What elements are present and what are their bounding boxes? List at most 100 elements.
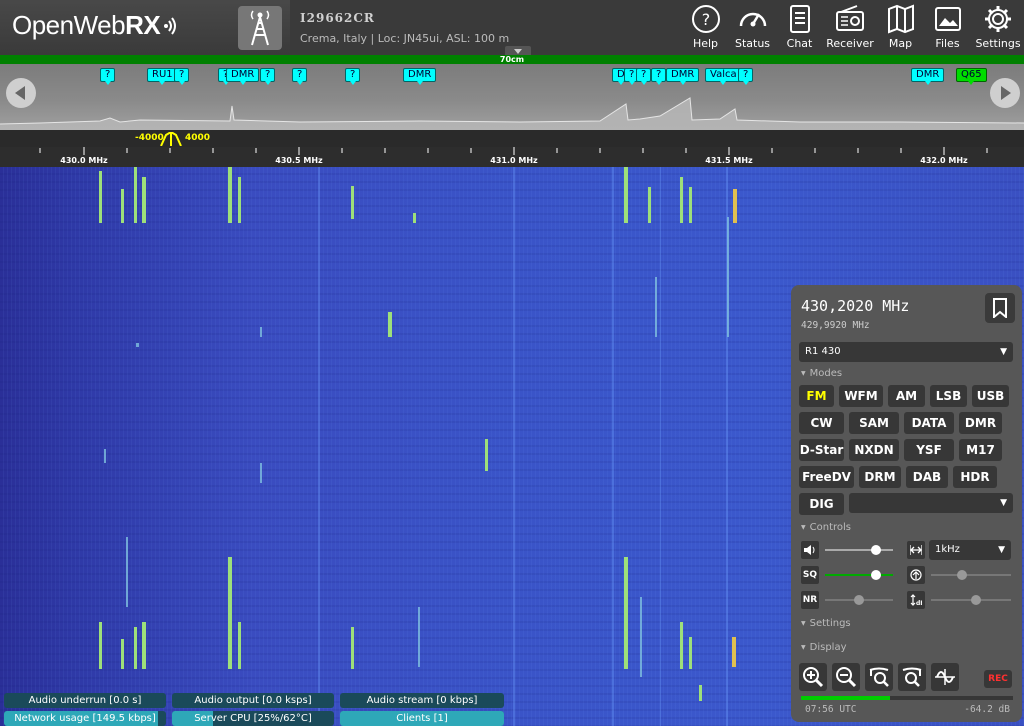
nav-status[interactable]: Status bbox=[730, 2, 775, 52]
antenna-icon[interactable] bbox=[907, 566, 925, 584]
modes-section-label: Modes bbox=[809, 368, 843, 379]
bandwidth-icon[interactable] bbox=[907, 541, 925, 559]
scroll-left-button[interactable] bbox=[6, 78, 36, 108]
mode-button-lsb[interactable]: LSB bbox=[930, 385, 967, 407]
agc-slider-knob[interactable] bbox=[971, 595, 981, 605]
mode-button-drm[interactable]: DRM bbox=[859, 466, 901, 488]
openwebrx-logo[interactable]: OpenWebRX bbox=[12, 10, 179, 43]
bookmark-marker[interactable]: Valca bbox=[705, 68, 742, 85]
bookmark-marker[interactable]: ? bbox=[174, 68, 190, 85]
mode-button-sam[interactable]: SAM bbox=[849, 412, 899, 434]
mode-button-ysf[interactable]: YSF bbox=[904, 439, 954, 461]
zoom-out-button[interactable] bbox=[832, 663, 860, 691]
triangle-down-icon: ▼ bbox=[801, 620, 806, 627]
scroll-right-button[interactable] bbox=[990, 78, 1020, 108]
noise-reduction-slider[interactable] bbox=[825, 595, 893, 605]
frequency-scale[interactable]: 430.0 MHz 430.5 MHz 431.0 MHz 431.5 MHz … bbox=[0, 147, 1024, 167]
volume-slider[interactable] bbox=[825, 545, 893, 555]
utc-clock: 07:56 UTC bbox=[805, 704, 857, 715]
bookmark-marker[interactable]: ? bbox=[651, 68, 667, 85]
nav-settings[interactable]: Settings bbox=[972, 2, 1024, 52]
nav-help[interactable]: ? Help bbox=[683, 2, 728, 52]
zoom-in-button[interactable] bbox=[799, 663, 827, 691]
mode-button-cw[interactable]: CW bbox=[799, 412, 844, 434]
agc-slider[interactable] bbox=[931, 595, 1011, 605]
mode-button-wfm[interactable]: WFM bbox=[839, 385, 883, 407]
settings-section-toggle[interactable]: ▼ Settings bbox=[801, 618, 851, 629]
chevron-down-icon: ▼ bbox=[1000, 347, 1007, 357]
volume-icon[interactable] bbox=[801, 541, 819, 559]
nav-receiver[interactable]: Receiver bbox=[824, 2, 876, 52]
chevron-right-icon bbox=[1001, 86, 1011, 100]
bookmark-marker[interactable]: ? bbox=[100, 68, 116, 85]
mode-button-fm[interactable]: FM bbox=[799, 385, 834, 407]
step-select[interactable]: 1kHz ▼ bbox=[929, 540, 1011, 560]
scale-label: 430.5 MHz bbox=[275, 156, 323, 165]
modes-section-toggle[interactable]: ▼ Modes bbox=[801, 368, 842, 379]
display-section-toggle[interactable]: ▼ Display bbox=[801, 642, 847, 653]
add-bookmark-button[interactable] bbox=[985, 293, 1015, 323]
noise-reduction-toggle[interactable]: NR bbox=[801, 591, 819, 609]
audio-filter-slider[interactable] bbox=[931, 570, 1011, 580]
audio-output-text: Audio output [0.0 ksps] bbox=[194, 695, 312, 706]
frequency-display[interactable]: 430,2020 MHz bbox=[801, 297, 909, 315]
mode-button-dig[interactable]: DIG bbox=[799, 493, 844, 515]
scale-label: 431.0 MHz bbox=[490, 156, 538, 165]
passband-marker-icon[interactable] bbox=[160, 132, 182, 146]
nav-files[interactable]: Files bbox=[925, 2, 970, 52]
audio-filter-slider-knob[interactable] bbox=[957, 570, 967, 580]
audio-stream-status: Audio stream [0 kbps] bbox=[340, 693, 504, 708]
mode-button-usb[interactable]: USB bbox=[972, 385, 1009, 407]
bookmark-marker[interactable]: DMR bbox=[226, 68, 260, 85]
mode-button-data[interactable]: DATA bbox=[904, 412, 954, 434]
mode-button-freedv[interactable]: FreeDV bbox=[799, 466, 854, 488]
nav-files-label: Files bbox=[935, 37, 960, 50]
mode-button-hdr[interactable]: HDR bbox=[953, 466, 997, 488]
bookmark-marker[interactable]: DMR bbox=[403, 68, 437, 85]
scale-label: 430.0 MHz bbox=[60, 156, 108, 165]
mode-button-m17[interactable]: M17 bbox=[959, 439, 1002, 461]
server-cpu-text: Server CPU [25%/62°C] bbox=[194, 713, 312, 724]
squelch-slider[interactable] bbox=[825, 570, 893, 580]
digital-mode-select[interactable]: ▼ bbox=[849, 493, 1013, 513]
bookmark-marker[interactable]: ? bbox=[345, 68, 361, 85]
noise-reduction-slider-knob[interactable] bbox=[854, 595, 864, 605]
svg-text:?: ? bbox=[701, 10, 710, 29]
collapse-header-tab[interactable] bbox=[505, 46, 531, 55]
nr-row: NR dB bbox=[801, 591, 1014, 609]
bookmark-marker[interactable]: ? bbox=[260, 68, 276, 85]
record-button[interactable]: REC bbox=[984, 670, 1012, 688]
auto-adjust-button[interactable] bbox=[931, 663, 959, 691]
volume-slider-knob[interactable] bbox=[871, 545, 881, 555]
squelch-toggle[interactable]: SQ bbox=[801, 566, 819, 584]
bookmark-marker[interactable]: DMR bbox=[666, 68, 700, 85]
bookmark-marker[interactable]: ? bbox=[292, 68, 308, 85]
zoom-to-tuned-button[interactable] bbox=[898, 663, 926, 691]
bookmark-marker[interactable]: ? bbox=[738, 68, 754, 85]
agc-icon[interactable]: dB bbox=[907, 591, 925, 609]
mode-button-dmr[interactable]: DMR bbox=[959, 412, 1002, 434]
bookmark-marker[interactable]: Q65 bbox=[956, 68, 987, 85]
mode-button-dab[interactable]: DAB bbox=[906, 466, 948, 488]
step-select-value: 1kHz bbox=[935, 544, 960, 555]
chevron-down-icon: ▼ bbox=[1000, 498, 1007, 508]
nav-map-label: Map bbox=[888, 37, 913, 50]
clients-status: Clients [1] bbox=[340, 711, 504, 726]
nav-chat[interactable]: Chat bbox=[777, 2, 822, 52]
mode-button-am[interactable]: AM bbox=[888, 385, 925, 407]
zoom-to-band-button[interactable] bbox=[865, 663, 893, 691]
bookmark-marker[interactable]: DMR bbox=[911, 68, 945, 85]
controls-section-toggle[interactable]: ▼ Controls bbox=[801, 522, 851, 533]
bookmark-marker[interactable]: ? bbox=[636, 68, 652, 85]
mode-button-dstar[interactable]: D-Star bbox=[799, 439, 844, 461]
spectrum-area[interactable]: ? RU1 ? ? DMR ? ? ? ? DMR D ? ? ? DMR Va… bbox=[0, 64, 1024, 130]
nav-status-label: Status bbox=[734, 37, 771, 50]
passband-strip[interactable]: -4000 4000 bbox=[0, 130, 1024, 147]
chevron-down-icon: ▼ bbox=[998, 545, 1005, 555]
nav-map[interactable]: Map bbox=[878, 2, 923, 52]
zoom-tuned-icon bbox=[902, 667, 922, 687]
mode-button-nxdn[interactable]: NXDN bbox=[849, 439, 899, 461]
receiver-control-panel: 430,2020 MHz 429,9920 MHz R1 430 ▼ ▼ Modes… bbox=[791, 285, 1022, 722]
squelch-slider-knob[interactable] bbox=[871, 570, 881, 580]
profile-select[interactable]: R1 430 ▼ bbox=[799, 342, 1013, 362]
